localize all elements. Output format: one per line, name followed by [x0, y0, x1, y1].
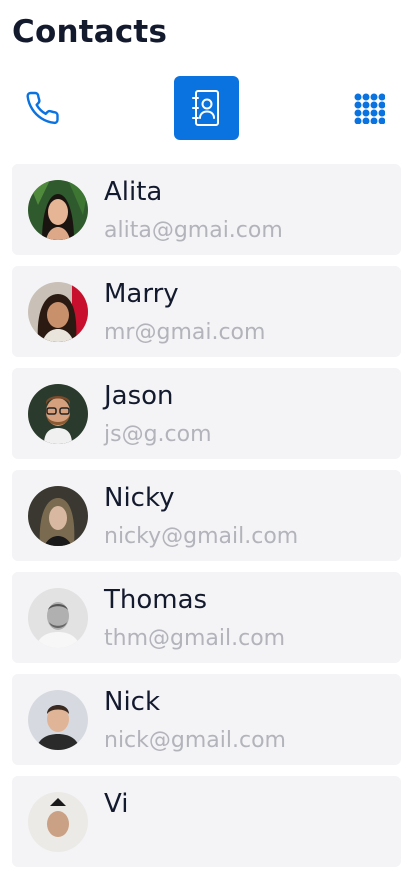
- toolbar: [0, 76, 413, 140]
- phone-icon: [26, 91, 59, 125]
- contact-card[interactable]: Marry mr@gmai.com: [12, 266, 401, 357]
- contact-name: Nick: [104, 687, 161, 717]
- avatar: [28, 792, 88, 852]
- page-title: Contacts: [12, 14, 168, 50]
- avatar: [28, 180, 88, 240]
- avatar: [28, 282, 88, 342]
- contact-name: Alita: [104, 177, 163, 207]
- dialpad-tab-button[interactable]: [337, 76, 401, 140]
- contact-book-icon: [191, 90, 219, 126]
- phone-tab-button[interactable]: [12, 76, 76, 140]
- avatar: [28, 690, 88, 750]
- contact-email: mr@gmai.com: [104, 320, 266, 345]
- contact-card[interactable]: Jason js@g.com: [12, 368, 401, 459]
- contact-name: Vi: [104, 789, 129, 819]
- contact-email: nick@gmail.com: [104, 728, 286, 753]
- avatar: [28, 384, 88, 444]
- contact-name: Nicky: [104, 483, 175, 513]
- contact-card[interactable]: Alita alita@gmai.com: [12, 164, 401, 255]
- contact-card[interactable]: Nick nick@gmail.com: [12, 674, 401, 765]
- avatar: [28, 588, 88, 648]
- contact-name: Jason: [104, 381, 174, 411]
- contact-name: Thomas: [104, 585, 208, 615]
- contacts-tab-button[interactable]: [174, 76, 239, 140]
- dialpad-grid-icon: [354, 93, 385, 124]
- contact-email: js@g.com: [104, 422, 212, 447]
- contact-card[interactable]: Thomas thm@gmail.com: [12, 572, 401, 663]
- contact-name: Marry: [104, 279, 179, 309]
- contact-card[interactable]: Nicky nicky@gmail.com: [12, 470, 401, 561]
- contact-email: nicky@gmail.com: [104, 524, 299, 549]
- contact-card[interactable]: Vi: [12, 776, 401, 867]
- contact-list: Alita alita@gmai.com Marry mr@gmai.com J…: [12, 164, 401, 878]
- contact-email: alita@gmai.com: [104, 218, 283, 243]
- avatar: [28, 486, 88, 546]
- contact-email: thm@gmail.com: [104, 626, 286, 651]
